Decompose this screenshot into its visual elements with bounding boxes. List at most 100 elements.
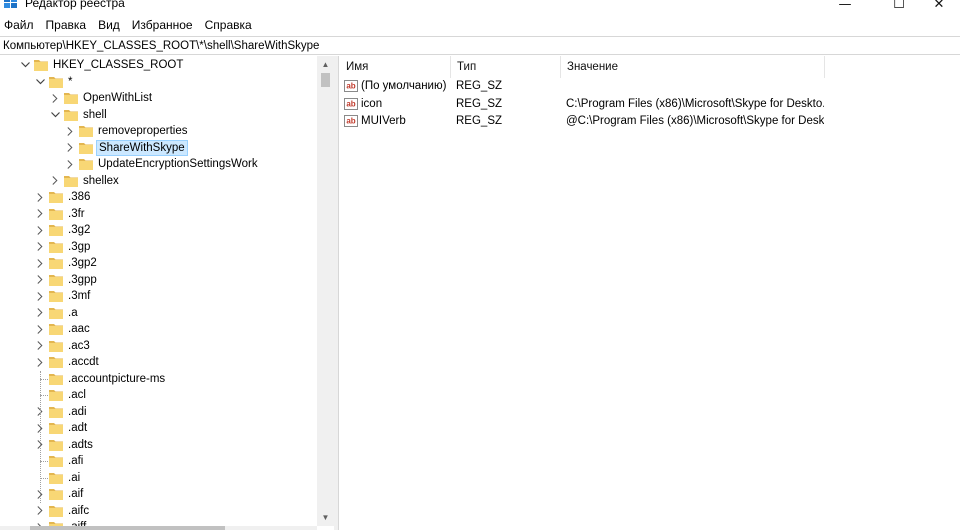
tree-node-label[interactable]: .aif [66, 486, 85, 502]
chevron-right-icon[interactable] [64, 140, 76, 156]
tree-node[interactable]: .adi [0, 404, 317, 420]
tree-node[interactable]: .aif [0, 486, 317, 502]
address-bar[interactable]: Компьютер\HKEY_CLASSES_ROOT\*\shell\Shar… [0, 36, 960, 55]
menu-help[interactable]: Справка [200, 16, 259, 35]
tree-node-label[interactable]: .aifc [66, 503, 91, 519]
column-header-value[interactable]: Значение [561, 56, 825, 78]
tree-node-label[interactable]: .accdt [66, 354, 101, 370]
tree-node[interactable]: * [0, 74, 317, 90]
tree-node[interactable]: .accountpicture-ms [0, 371, 317, 387]
tree-horizontal-scrollbar[interactable] [0, 526, 317, 530]
column-header-name[interactable]: Имя [340, 56, 451, 78]
tree-node-label[interactable]: .adts [66, 437, 95, 453]
chevron-right-icon[interactable] [34, 189, 46, 205]
registry-tree[interactable]: HKEY_CLASSES_ROOT * OpenWithList shell remov… [0, 56, 334, 530]
tree-node[interactable]: ShareWithSkype [0, 139, 317, 156]
tree-node[interactable]: shellex [0, 173, 317, 189]
tree-node-label[interactable]: .accountpicture-ms [66, 371, 167, 387]
chevron-right-icon[interactable] [34, 321, 46, 337]
tree-node-label[interactable]: removeproperties [96, 123, 189, 139]
tree-node-label[interactable]: OpenWithList [81, 90, 154, 106]
tree-node[interactable]: .accdt [0, 354, 317, 370]
close-button[interactable]: ✕ [916, 0, 960, 14]
tree-node[interactable]: UpdateEncryptionSettingsWork [0, 156, 317, 172]
chevron-right-icon[interactable] [34, 272, 46, 288]
tree-node-label[interactable]: .3gpp [66, 272, 99, 288]
chevron-down-icon[interactable] [34, 74, 46, 90]
tree-node[interactable]: .ac3 [0, 338, 317, 354]
pane-splitter[interactable] [334, 56, 339, 530]
tree-node[interactable]: .3gpp [0, 272, 317, 288]
tree-vertical-scrollbar[interactable]: ▲ ▼ [317, 56, 334, 526]
tree-node[interactable]: removeproperties [0, 123, 317, 139]
tree-node[interactable]: .3gp2 [0, 255, 317, 271]
value-row[interactable]: ab (По умолчанию) REG_SZ [340, 78, 960, 95]
tree-node-label[interactable]: .adi [66, 404, 89, 420]
tree-node[interactable]: .3gp [0, 239, 317, 255]
tree-node[interactable]: .3mf [0, 288, 317, 304]
address-path[interactable]: Компьютер\HKEY_CLASSES_ROOT\*\shell\Shar… [3, 39, 319, 53]
tree-node[interactable]: .a [0, 305, 317, 321]
tree-node-label[interactable]: .adt [66, 420, 89, 436]
minimize-button[interactable]: — [822, 0, 868, 14]
tree-node-label[interactable]: .afi [66, 453, 85, 469]
chevron-right-icon[interactable] [34, 288, 46, 304]
tree-node-label[interactable]: .3fr [66, 206, 87, 222]
chevron-right-icon[interactable] [34, 338, 46, 354]
chevron-right-icon[interactable] [49, 173, 61, 189]
tree-node-label[interactable]: .ai [66, 470, 82, 486]
scroll-down-arrow-icon[interactable]: ▼ [317, 509, 334, 526]
chevron-right-icon[interactable] [34, 305, 46, 321]
tree-node-label[interactable]: .3gp [66, 239, 92, 255]
tree-node-label[interactable]: .a [66, 305, 80, 321]
tree-node[interactable]: .afi [0, 453, 317, 469]
tree-node-label[interactable]: .aac [66, 321, 92, 337]
chevron-right-icon[interactable] [64, 156, 76, 172]
value-row[interactable]: ab icon REG_SZ C:\Program Files (x86)\Micro… [340, 96, 960, 113]
tree-node[interactable]: .aac [0, 321, 317, 337]
tree-node-label-selected[interactable]: ShareWithSkype [96, 139, 188, 156]
tree-node-label[interactable]: .3gp2 [66, 255, 99, 271]
tree-node[interactable]: OpenWithList [0, 90, 317, 106]
tree-node-label[interactable]: .3mf [66, 288, 92, 304]
horizontal-scroll-thumb[interactable] [30, 526, 225, 530]
tree-node-label[interactable]: shellex [81, 173, 121, 189]
tree-node[interactable]: HKEY_CLASSES_ROOT [0, 57, 317, 73]
tree-node[interactable]: shell [0, 107, 317, 123]
chevron-down-icon[interactable] [19, 57, 31, 73]
values-list[interactable]: Имя Тип Значение ab (По умолчанию) REG_SZ a… [340, 56, 960, 530]
tree-node-label[interactable]: * [66, 74, 74, 90]
tree-node-label[interactable]: UpdateEncryptionSettingsWork [96, 156, 260, 172]
tree-node-label[interactable]: shell [81, 107, 109, 123]
tree-node-label[interactable]: .3g2 [66, 222, 92, 238]
tree-node[interactable]: .386 [0, 189, 317, 205]
column-header-type[interactable]: Тип [451, 56, 561, 78]
chevron-right-icon[interactable] [34, 206, 46, 222]
value-row[interactable]: ab MUIVerb REG_SZ @C:\Program Files (x86)\M… [340, 113, 960, 130]
chevron-right-icon[interactable] [34, 255, 46, 271]
scroll-up-arrow-icon[interactable]: ▲ [317, 56, 334, 73]
tree-node[interactable]: .aifc [0, 503, 317, 519]
chevron-right-icon[interactable] [34, 222, 46, 238]
tree-node[interactable]: .ai [0, 470, 317, 486]
chevron-right-icon[interactable] [34, 354, 46, 370]
tree-node-label[interactable]: .386 [66, 189, 92, 205]
tree-node[interactable]: .adt [0, 420, 317, 436]
tree-node-label[interactable]: .acl [66, 387, 88, 403]
chevron-right-icon[interactable] [49, 90, 61, 106]
scroll-thumb[interactable] [321, 73, 330, 87]
chevron-right-icon[interactable] [34, 239, 46, 255]
menu-file[interactable]: Файл [0, 16, 41, 35]
menu-favorites[interactable]: Избранное [127, 16, 200, 35]
tree-node[interactable]: .3fr [0, 206, 317, 222]
tree-node-label[interactable]: .ac3 [66, 338, 92, 354]
chevron-right-icon[interactable] [34, 503, 46, 519]
menu-view[interactable]: Вид [93, 16, 127, 35]
tree-node-label[interactable]: HKEY_CLASSES_ROOT [51, 57, 185, 73]
tree-node[interactable]: .adts [0, 437, 317, 453]
tree-node[interactable]: .3g2 [0, 222, 317, 238]
chevron-right-icon[interactable] [64, 123, 76, 139]
tree-node[interactable]: .acl [0, 387, 317, 403]
chevron-down-icon[interactable] [49, 107, 61, 123]
menu-edit[interactable]: Правка [41, 16, 94, 35]
